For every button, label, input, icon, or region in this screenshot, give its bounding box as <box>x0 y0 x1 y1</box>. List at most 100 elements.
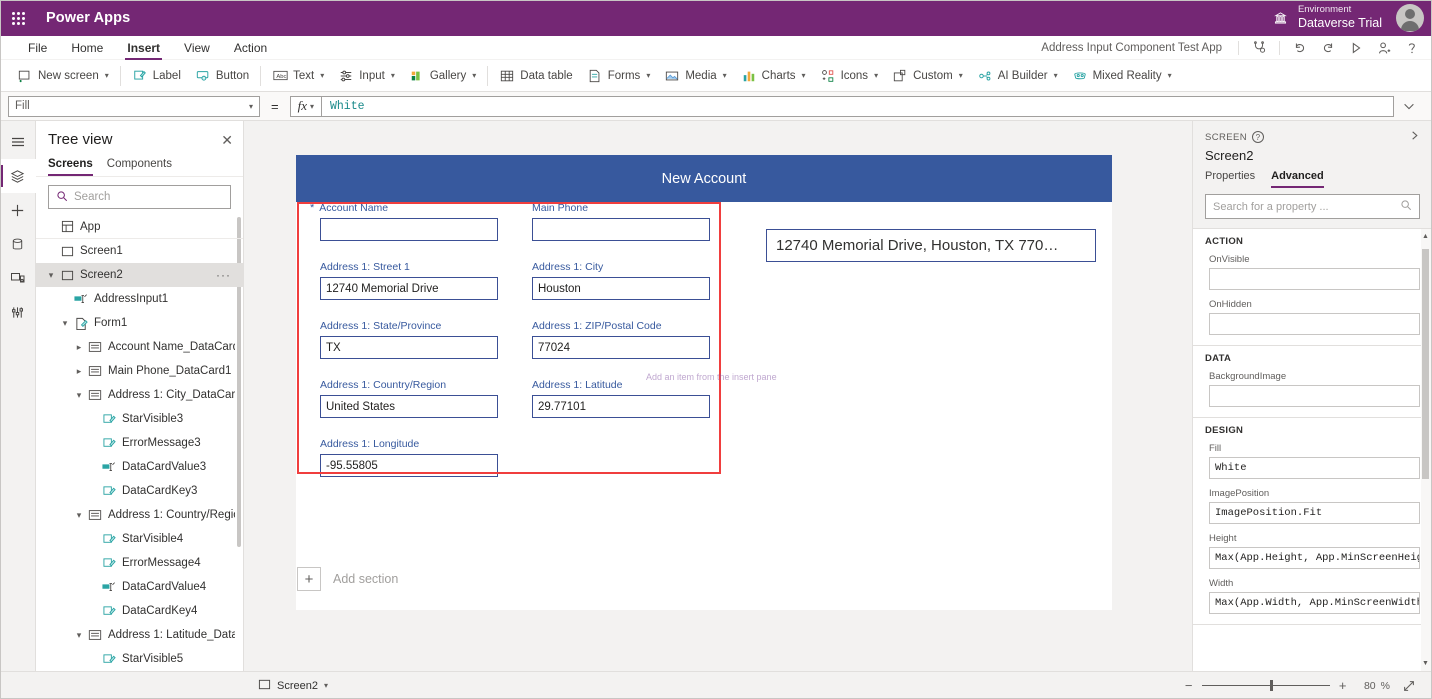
scroll-up-icon[interactable]: ▲ <box>1422 233 1429 240</box>
form-datacard[interactable]: Main Phone <box>532 202 710 241</box>
address-display-label[interactable]: 12740 Memorial Drive, Houston, TX 770… <box>766 229 1096 262</box>
tab-properties[interactable]: Properties <box>1205 170 1255 188</box>
formula-input[interactable]: White <box>321 96 1394 117</box>
property-value-input[interactable]: White <box>1209 457 1420 479</box>
properties-scrollbar[interactable]: ▲ ▼ <box>1421 229 1431 671</box>
tree-item-address-1-city-datacard1[interactable]: ▾Address 1: City_DataCard1 <box>36 383 243 407</box>
advanced-tools-icon[interactable] <box>0 295 36 329</box>
share-icon[interactable] <box>1370 37 1398 59</box>
tree-item-errormessage3[interactable]: ErrorMessage3 <box>36 431 243 455</box>
tree-item-address-1-country-region-datacard1[interactable]: ▾Address 1: Country/Region_DataCard1 <box>36 503 243 527</box>
field-input[interactable]: TX <box>320 336 498 359</box>
form-datacard[interactable]: Address 1: Country/RegionUnited States <box>320 379 498 418</box>
ribbon-forms[interactable]: Forms ▾ <box>580 60 658 92</box>
field-input[interactable]: 77024 <box>532 336 710 359</box>
property-selector[interactable]: Fill ▾ <box>8 96 260 117</box>
media-icon[interactable] <box>0 261 36 295</box>
chevron-down-icon[interactable]: ▾ <box>72 390 86 401</box>
status-screen-selector[interactable]: Screen2 ▾ <box>258 678 328 694</box>
fx-button[interactable]: fx ▾ <box>290 96 321 117</box>
avatar[interactable] <box>1396 4 1424 32</box>
ribbon-custom[interactable]: Custom ▾ <box>885 60 970 92</box>
property-search-input[interactable]: Search for a property ... <box>1205 194 1420 219</box>
field-input[interactable]: 12740 Memorial Drive <box>320 277 498 300</box>
tree-item-screen2[interactable]: ▾Screen2··· <box>36 263 243 287</box>
add-section-icon[interactable]: + <box>297 567 321 591</box>
help-icon[interactable]: ? <box>1252 131 1264 143</box>
tree-item-datacardvalue4[interactable]: DataCardValue4 <box>36 575 243 599</box>
data-icon[interactable] <box>0 227 36 261</box>
tree-item-list[interactable]: AppScreen1▾Screen2···AddressInput1▾Form1… <box>36 215 243 671</box>
property-value-input[interactable]: Max(App.Height, App.MinScreenHeight) <box>1209 547 1420 569</box>
tree-item-account-name-datacard1[interactable]: ▸Account Name_DataCard1 <box>36 335 243 359</box>
checker-icon[interactable] <box>1245 37 1273 59</box>
form-datacard[interactable]: Address 1: ZIP/Postal Code77024 <box>532 320 710 359</box>
tab-screens[interactable]: Screens <box>48 154 93 176</box>
brand-title[interactable]: Power Apps <box>46 10 130 26</box>
ribbon-button-btn[interactable]: Button <box>188 60 256 92</box>
search-input[interactable]: Search <box>48 185 231 209</box>
menu-item-file[interactable]: File <box>16 36 59 60</box>
property-value-input[interactable] <box>1209 268 1420 290</box>
environment-block[interactable]: Environment Dataverse Trial <box>1298 5 1382 30</box>
field-input[interactable]: Houston <box>532 277 710 300</box>
ribbon-mixed-reality[interactable]: Mixed Reality ▾ <box>1065 60 1179 92</box>
app-screen-canvas[interactable]: New Account *Account NameMain PhoneAddre… <box>296 155 1112 610</box>
zoom-slider[interactable] <box>1202 679 1330 693</box>
play-icon[interactable] <box>1342 37 1370 59</box>
tab-advanced[interactable]: Advanced <box>1271 170 1324 188</box>
property-value-input[interactable]: Max(App.Width, App.MinScreenWidth) <box>1209 592 1420 614</box>
form-datacard[interactable]: Address 1: Longitude-95.55805 <box>320 438 498 477</box>
zoom-slider-thumb[interactable] <box>1270 680 1273 691</box>
menu-item-insert[interactable]: Insert <box>115 36 172 60</box>
collapse-panel-icon[interactable] <box>1409 129 1420 145</box>
tree-item-form1[interactable]: ▾Form1 <box>36 311 243 335</box>
form-datacard[interactable]: Address 1: State/ProvinceTX <box>320 320 498 359</box>
tree-item-datacardvalue3[interactable]: DataCardValue3 <box>36 455 243 479</box>
tree-item-datacardkey4[interactable]: DataCardKey4 <box>36 599 243 623</box>
redo-icon[interactable] <box>1314 37 1342 59</box>
tree-item-screen1[interactable]: Screen1 <box>36 239 243 263</box>
field-input[interactable]: 29.77101 <box>532 395 710 418</box>
tree-item-starvisible3[interactable]: StarVisible3 <box>36 407 243 431</box>
tree-item-errormessage4[interactable]: ErrorMessage4 <box>36 551 243 575</box>
chevron-down-icon[interactable]: ▾ <box>58 318 72 329</box>
tree-item-app[interactable]: App <box>36 215 243 239</box>
menu-item-home[interactable]: Home <box>59 36 115 60</box>
chevron-down-icon[interactable]: ▾ <box>72 630 86 641</box>
help-icon[interactable] <box>1398 37 1426 59</box>
tree-view-icon[interactable] <box>0 159 36 193</box>
scroll-down-icon[interactable]: ▼ <box>1422 660 1429 667</box>
form-datacard[interactable]: *Account Name <box>320 202 498 241</box>
field-input[interactable] <box>320 218 498 241</box>
tree-item-datacardkey3[interactable]: DataCardKey3 <box>36 479 243 503</box>
add-section-row[interactable]: + Add section <box>297 567 398 591</box>
chevron-right-icon[interactable]: ▸ <box>72 366 86 377</box>
undo-icon[interactable] <box>1286 37 1314 59</box>
fit-to-screen-icon[interactable] <box>1396 679 1422 693</box>
menu-item-action[interactable]: Action <box>222 36 279 60</box>
ribbon-text[interactable]: Abc Text ▾ <box>265 60 331 92</box>
ribbon-media[interactable]: Media ▾ <box>657 60 733 92</box>
menu-item-view[interactable]: View <box>172 36 222 60</box>
canvas-area[interactable]: New Account *Account NameMain PhoneAddre… <box>244 121 1192 671</box>
tree-item-addressinput1[interactable]: AddressInput1 <box>36 287 243 311</box>
form-datacard[interactable]: Address 1: Latitude29.77101 <box>532 379 710 418</box>
form-datacard[interactable]: Address 1: CityHouston <box>532 261 710 300</box>
insert-icon[interactable] <box>0 193 36 227</box>
ribbon-data-table[interactable]: Data table <box>492 60 579 92</box>
zoom-out-button[interactable]: − <box>1178 678 1200 693</box>
tree-item-address-1-latitude-datacard1[interactable]: ▾Address 1: Latitude_DataCard1 <box>36 623 243 647</box>
ribbon-ai-builder[interactable]: AI Builder ▾ <box>970 60 1065 92</box>
tree-item-starvisible5[interactable]: StarVisible5 <box>36 647 243 671</box>
scrollbar-thumb[interactable] <box>1422 249 1429 479</box>
ribbon-label-btn[interactable]: Label <box>125 60 188 92</box>
field-input[interactable]: United States <box>320 395 498 418</box>
tab-components[interactable]: Components <box>107 154 172 176</box>
ribbon-gallery[interactable]: Gallery ▾ <box>402 60 483 92</box>
chevron-down-icon[interactable]: ▾ <box>72 510 86 521</box>
close-icon[interactable]: ✕ <box>221 133 233 147</box>
expand-formula-bar-icon[interactable] <box>1394 99 1424 113</box>
ribbon-charts[interactable]: Charts ▾ <box>734 60 813 92</box>
hamburger-icon[interactable] <box>0 125 36 159</box>
